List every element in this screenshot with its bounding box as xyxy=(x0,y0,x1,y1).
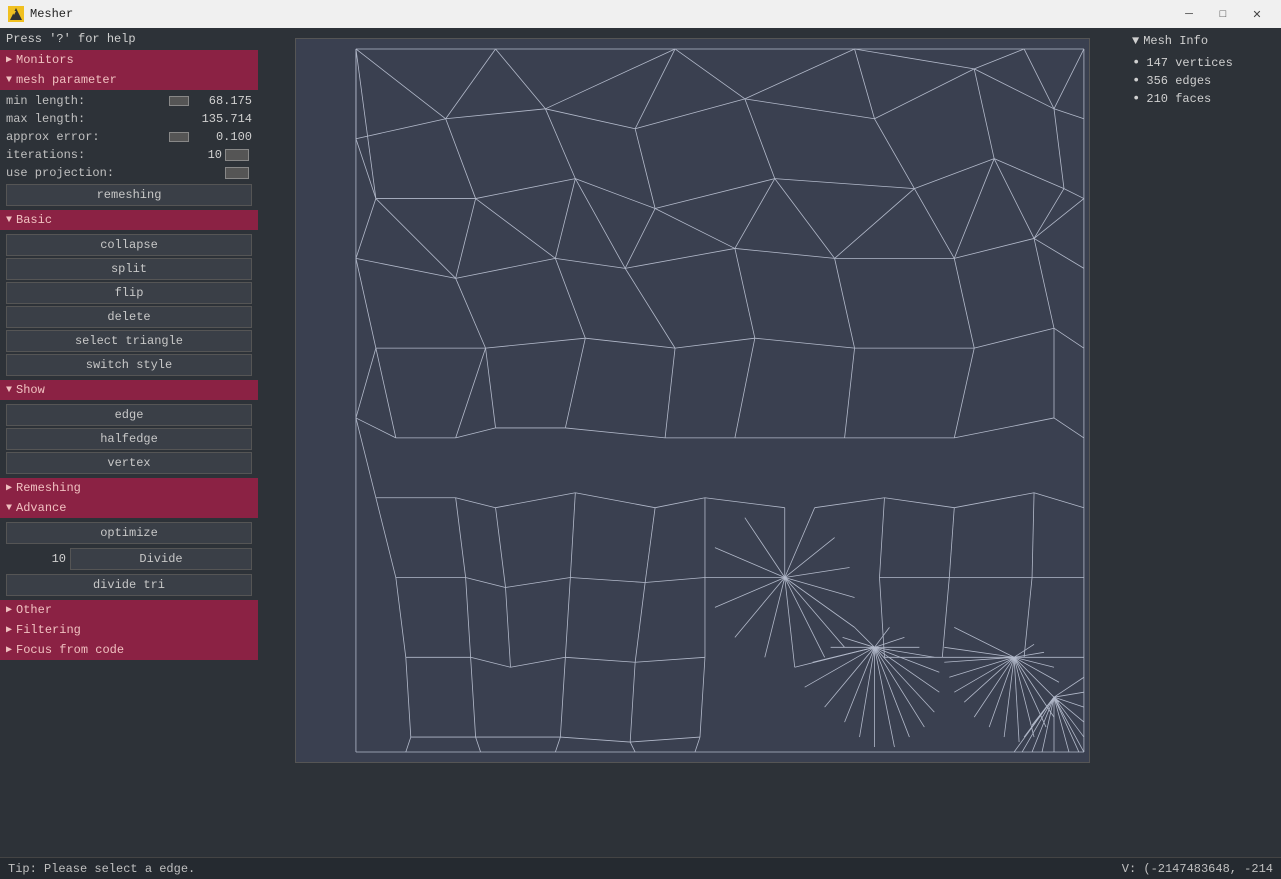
monitors-header[interactable]: ▶ Monitors xyxy=(0,50,258,70)
iterations-value: 10 xyxy=(162,148,222,162)
edges-bullet: • xyxy=(1132,74,1140,88)
min-length-value: 68.175 xyxy=(192,94,252,108)
other-label: Other xyxy=(16,603,52,617)
filtering-label: Filtering xyxy=(16,623,81,637)
use-projection-label: use projection: xyxy=(6,166,222,180)
use-projection-row: use projection: xyxy=(0,164,258,182)
tip-text: Tip: Please select a edge. xyxy=(8,862,195,876)
faces-info: • 210 faces xyxy=(1132,90,1275,108)
filtering-header[interactable]: ▶ Filtering xyxy=(0,620,258,640)
focus-from-code-arrow: ▶ xyxy=(6,644,12,656)
app-icon xyxy=(8,6,24,22)
mesh-parameter-arrow: ▼ xyxy=(6,75,12,86)
app-title: Mesher xyxy=(30,7,73,21)
basic-label: Basic xyxy=(16,213,52,227)
titlebar-left: Mesher xyxy=(8,6,73,22)
basic-header[interactable]: ▼ Basic xyxy=(0,210,258,230)
halfedge-button[interactable]: halfedge xyxy=(6,428,252,450)
monitors-arrow: ▶ xyxy=(6,54,12,66)
focus-from-code-label: Focus from code xyxy=(16,643,124,657)
left-panel: Press '?' for help ▶ Monitors ▼ mesh par… xyxy=(0,28,258,857)
show-arrow: ▼ xyxy=(6,385,12,396)
vertices-bullet: • xyxy=(1132,56,1140,70)
edges-value: 356 edges xyxy=(1146,74,1211,88)
show-header[interactable]: ▼ Show xyxy=(0,380,258,400)
show-label: Show xyxy=(16,383,45,397)
divide-value: 10 xyxy=(6,552,66,566)
mesh-info-title: Mesh Info xyxy=(1143,34,1208,48)
canvas-area[interactable] xyxy=(258,28,1126,857)
show-content: edge halfedge vertex xyxy=(0,400,258,478)
basic-content: collapse split flip delete select triang… xyxy=(0,230,258,380)
other-header[interactable]: ▶ Other xyxy=(0,600,258,620)
divide-tri-button[interactable]: divide tri xyxy=(6,574,252,596)
iterations-row: iterations: 10 xyxy=(0,146,258,164)
divide-button[interactable]: Divide xyxy=(70,548,252,570)
titlebar: Mesher ─ □ ✕ xyxy=(0,0,1281,28)
faces-bullet: • xyxy=(1132,92,1140,106)
main: Press '?' for help ▶ Monitors ▼ mesh par… xyxy=(0,28,1281,857)
minimize-button[interactable]: ─ xyxy=(1173,4,1205,24)
vertex-button[interactable]: vertex xyxy=(6,452,252,474)
close-button[interactable]: ✕ xyxy=(1241,4,1273,24)
flip-button[interactable]: flip xyxy=(6,282,252,304)
approx-error-value: 0.100 xyxy=(192,130,252,144)
vertices-info: • 147 vertices xyxy=(1132,54,1275,72)
approx-error-label: approx error: xyxy=(6,130,166,144)
collapse-button[interactable]: collapse xyxy=(6,234,252,256)
divide-row: 10 Divide xyxy=(0,546,258,572)
vertices-value: 147 vertices xyxy=(1146,56,1232,70)
optimize-button[interactable]: optimize xyxy=(6,522,252,544)
min-length-row: min length: 68.175 xyxy=(0,92,258,110)
titlebar-controls: ─ □ ✕ xyxy=(1173,4,1273,24)
mesh-parameter-header[interactable]: ▼ mesh parameter xyxy=(0,70,258,90)
advance-label: Advance xyxy=(16,501,66,515)
coord-text: V: (-2147483648, -214 xyxy=(1122,862,1273,876)
max-length-row: max length: 135.714 xyxy=(0,110,258,128)
remeshing-label: Remeshing xyxy=(16,481,81,495)
delete-button[interactable]: delete xyxy=(6,306,252,328)
split-button[interactable]: split xyxy=(6,258,252,280)
switch-style-button[interactable]: switch style xyxy=(6,354,252,376)
remeshing-header[interactable]: ▶ Remeshing xyxy=(0,478,258,498)
basic-arrow: ▼ xyxy=(6,215,12,226)
mesh-parameter-label: mesh parameter xyxy=(16,73,117,87)
faces-value: 210 faces xyxy=(1146,92,1211,106)
iterations-toggle[interactable] xyxy=(225,149,249,161)
maximize-button[interactable]: □ xyxy=(1207,4,1239,24)
other-arrow: ▶ xyxy=(6,604,12,616)
remeshing-arrow: ▶ xyxy=(6,482,12,494)
advance-content: optimize 10 Divide divide tri xyxy=(0,518,258,600)
mesh-parameter-content: min length: 68.175 max length: 135.714 a… xyxy=(0,90,258,210)
help-text: Press '?' for help xyxy=(0,28,258,50)
min-length-slider[interactable] xyxy=(169,96,189,106)
filtering-arrow: ▶ xyxy=(6,624,12,636)
right-panel: ▼ Mesh Info • 147 vertices • 356 edges •… xyxy=(1126,28,1281,857)
bottom-bar: Tip: Please select a edge. V: (-21474836… xyxy=(0,857,1281,879)
edge-button[interactable]: edge xyxy=(6,404,252,426)
approx-error-slider[interactable] xyxy=(169,132,189,142)
advance-header[interactable]: ▼ Advance xyxy=(0,498,258,518)
mesh-info-header: ▼ Mesh Info xyxy=(1132,34,1275,48)
max-length-value: 135.714 xyxy=(192,112,252,126)
iterations-label: iterations: xyxy=(6,148,162,162)
max-length-label: max length: xyxy=(6,112,192,126)
focus-from-code-header[interactable]: ▶ Focus from code xyxy=(0,640,258,660)
mesh-info-arrow: ▼ xyxy=(1132,34,1139,48)
advance-arrow: ▼ xyxy=(6,503,12,514)
approx-error-row: approx error: 0.100 xyxy=(0,128,258,146)
mesh-svg xyxy=(296,39,1089,762)
monitors-label: Monitors xyxy=(16,53,74,67)
use-projection-toggle[interactable] xyxy=(225,167,249,179)
min-length-label: min length: xyxy=(6,94,166,108)
edges-info: • 356 edges xyxy=(1132,72,1275,90)
mesh-canvas[interactable] xyxy=(295,38,1090,763)
remeshing-button[interactable]: remeshing xyxy=(6,184,252,206)
select-triangle-button[interactable]: select triangle xyxy=(6,330,252,352)
